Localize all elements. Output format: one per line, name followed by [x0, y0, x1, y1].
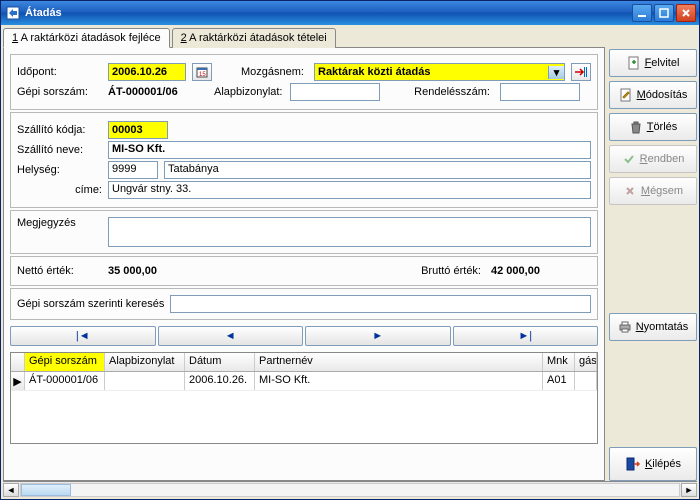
modositas-button[interactable]: Módosítás: [609, 81, 697, 109]
group-search: Gépi sorszám szerinti keresés: [10, 288, 598, 320]
rend-label: Rendelésszám:: [404, 86, 494, 98]
nav-next-button[interactable]: ►: [305, 326, 451, 346]
row-marker-icon: ▶: [11, 372, 25, 390]
nav-first-button[interactable]: |◄: [10, 326, 156, 346]
rend-input[interactable]: [500, 83, 580, 101]
cell-datum: 2006.10.26.: [185, 372, 255, 390]
cell-gepi: ÁT-000001/06: [25, 372, 105, 390]
date-picker-button[interactable]: 15: [192, 63, 212, 81]
szallito-kod-label: Szállító kódja:: [17, 124, 102, 136]
svg-text:15: 15: [199, 72, 206, 78]
horizontal-scrollbar[interactable]: ◄ ►: [3, 481, 697, 497]
app-window: Átadás 1 A raktárközi átadások fejléce 2…: [0, 0, 700, 500]
netto-label: Nettó érték:: [17, 265, 102, 277]
search-input[interactable]: [170, 295, 591, 313]
search-label: Gépi sorszám szerinti keresés: [17, 298, 164, 310]
cell-alap: [105, 372, 185, 390]
cell-partner: MI-SO Kft.: [255, 372, 543, 390]
cim-value: Ungvár stny. 33.: [108, 181, 591, 199]
idopont-label: Időpont:: [17, 66, 102, 78]
group-top: Időpont: 15 Mozgásnem: Raktárak közti át…: [10, 54, 598, 110]
group-totals: Nettó érték: 35 000,00 Bruttó érték: 42 …: [10, 256, 598, 286]
cell-gas: [575, 372, 597, 390]
side-toolbar: Felvitel Módosítás Törlés Rendben Mégsem: [609, 27, 697, 481]
grid-header-datum[interactable]: Dátum: [185, 353, 255, 371]
grid-header-gas[interactable]: gás: [575, 353, 597, 371]
nyomtatas-button[interactable]: Nyomtatás: [609, 313, 697, 341]
grid-header-rowmarker: [11, 353, 25, 371]
brutto-label: Bruttó érték:: [415, 265, 485, 277]
szallito-nev-label: Szállító neve:: [17, 144, 102, 156]
felvitel-button[interactable]: Felvitel: [609, 49, 697, 77]
exit-icon: [625, 456, 641, 472]
mozgasnem-value: Raktárak közti átadás: [315, 65, 548, 79]
helyseg-label: Helység:: [17, 164, 102, 176]
nav-last-button[interactable]: ►|: [453, 326, 599, 346]
new-record-icon: [627, 56, 641, 70]
grid-body: ▶ ÁT-000001/06 2006.10.26. MI-SO Kft. A0…: [11, 372, 597, 443]
scroll-track[interactable]: [20, 483, 680, 497]
szallito-nev-value: MI-SO Kft.: [108, 141, 591, 159]
gepi-label: Gépi sorszám:: [17, 86, 102, 98]
app-icon: [5, 5, 21, 21]
nav-prev-button[interactable]: ◄: [158, 326, 304, 346]
group-megjegyzes: Megjegyzés: [10, 210, 598, 254]
mozgasnem-label: Mozgásnem:: [238, 66, 308, 78]
grid-header-alap[interactable]: Alapbizonylat: [105, 353, 185, 371]
megsem-button: Mégsem: [609, 177, 697, 205]
tab-header[interactable]: 1 A raktárközi átadások fejléce: [3, 28, 170, 48]
chevron-down-icon: ▾: [548, 66, 564, 79]
mozgasnem-select[interactable]: Raktárak közti átadás ▾: [314, 63, 565, 81]
gepi-value: ÁT-000001/06: [108, 86, 208, 98]
window-minimize-button[interactable]: [632, 4, 652, 22]
cim-label: címe:: [17, 184, 102, 196]
check-icon: [622, 152, 636, 166]
tab-body: Időpont: 15 Mozgásnem: Raktárak közti át…: [3, 47, 605, 481]
mozgasnem-lookup-button[interactable]: [571, 63, 591, 81]
cancel-icon: [623, 184, 637, 198]
megjegyzes-input[interactable]: [108, 217, 591, 247]
scroll-thumb[interactable]: [21, 484, 71, 496]
table-row[interactable]: ▶ ÁT-000001/06 2006.10.26. MI-SO Kft. A0…: [11, 372, 597, 391]
helyseg-nev: Tatabánya: [164, 161, 591, 179]
scroll-left-button[interactable]: ◄: [3, 483, 19, 497]
megjegyzes-label: Megjegyzés: [17, 217, 102, 229]
alap-label: Alapbizonylat:: [214, 86, 284, 98]
torles-button[interactable]: Törlés: [609, 113, 697, 141]
scroll-right-button[interactable]: ►: [681, 483, 697, 497]
titlebar: Átadás: [1, 1, 699, 25]
helyseg-irsz: 9999: [108, 161, 158, 179]
grid-header: Gépi sorszám Alapbizonylat Dátum Partner…: [11, 353, 597, 372]
rendben-button: Rendben: [609, 145, 697, 173]
alap-input[interactable]: [290, 83, 380, 101]
tab-strip: 1 A raktárközi átadások fejléce 2 A rakt…: [3, 28, 605, 48]
trash-icon: [629, 120, 643, 134]
window-maximize-button[interactable]: [654, 4, 674, 22]
idopont-input[interactable]: [108, 63, 186, 81]
printer-icon: [618, 320, 632, 334]
szallito-kod-input[interactable]: [108, 121, 168, 139]
record-navigator: |◄ ◄ ► ►|: [10, 326, 598, 346]
window-title: Átadás: [25, 7, 632, 19]
cell-mnk: A01: [543, 372, 575, 390]
netto-value: 35 000,00: [108, 265, 228, 277]
brutto-value: 42 000,00: [491, 265, 591, 277]
window-close-button[interactable]: [676, 4, 696, 22]
records-grid[interactable]: Gépi sorszám Alapbizonylat Dátum Partner…: [10, 352, 598, 444]
kilepes-button[interactable]: Kilépés: [609, 447, 697, 481]
grid-header-gepi[interactable]: Gépi sorszám: [25, 353, 105, 371]
edit-icon: [619, 88, 633, 102]
grid-header-partner[interactable]: Partnernév: [255, 353, 543, 371]
tab-items[interactable]: 2 A raktárközi átadások tételei: [172, 28, 336, 48]
grid-header-mnk[interactable]: Mnk: [543, 353, 575, 371]
group-szallito: Szállító kódja: Szállító neve: MI-SO Kft…: [10, 112, 598, 208]
